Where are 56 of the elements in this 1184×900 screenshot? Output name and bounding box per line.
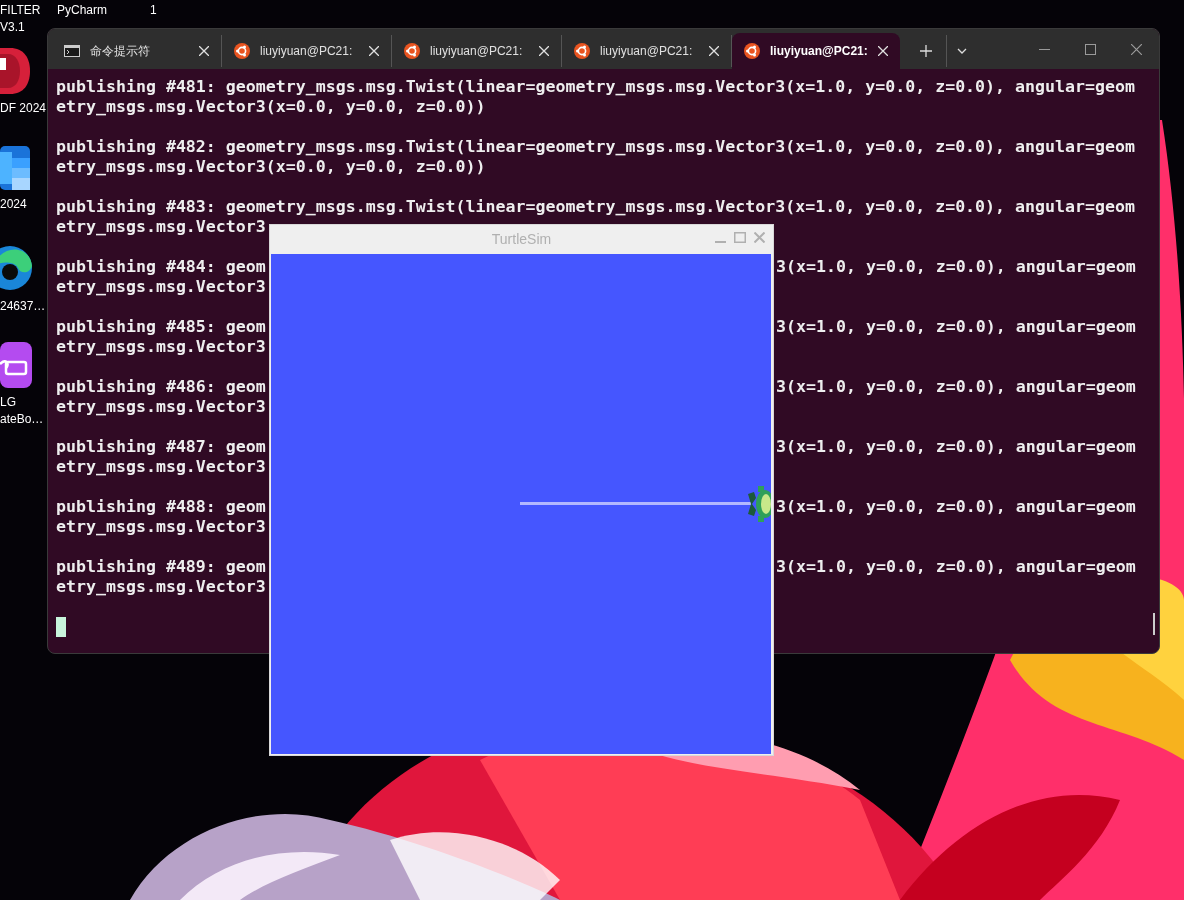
output-line: publishing #486: geom [56, 377, 266, 396]
icon-label: ateBo… [0, 411, 44, 428]
icon-label: PyCharm [57, 2, 107, 19]
plus-icon [920, 45, 932, 57]
output-line: publishing #483: geometry_msgs.msg.Twist(linear=geometry_msgs.msg.Vector3(x=1.0, y=0.0, z=0.0), angular=geom [56, 197, 1135, 216]
output-line: publishing #488: geom [56, 497, 266, 516]
output-line: etry_msgs.msg.Vector3(x=0.0, y=0.0, z=0.0)) [56, 97, 486, 116]
output-line: publishing #481: geometry_msgs.msg.Twist(linear=geometry_msgs.msg.Vector3(x=1.0, y=0.0, z=0.0), angular=geom [56, 77, 1135, 96]
output-line: 3(x=1.0, y=0.0, z=0.0), angular=geom [776, 317, 1136, 337]
chevron-down-icon [956, 48, 967, 54]
tab[interactable]: liuyiyuan@PC21: [222, 35, 392, 67]
app-icon [0, 146, 30, 190]
output-line: 3(x=1.0, y=0.0, z=0.0), angular=geom [776, 497, 1136, 517]
output-line: 3(x=1.0, y=0.0, z=0.0), angular=geom [776, 257, 1136, 277]
icon-label: 2024 [0, 196, 27, 213]
output-line: etry_msgs.msg.Vector3 [56, 577, 266, 596]
output-line: etry_msgs.msg.Vector3 [56, 277, 266, 296]
window-title: TurtleSim [491, 230, 552, 249]
turtle-drawing [748, 486, 771, 522]
text-cursor [56, 617, 66, 637]
ubuntu-icon [234, 43, 250, 59]
scrollbar [1153, 613, 1155, 635]
output-line: 3(x=1.0, y=0.0, z=0.0), angular=geom [776, 437, 1136, 457]
output-line: publishing #484: geom [56, 257, 266, 276]
minimize-icon [1038, 48, 1050, 50]
app-icon [0, 342, 32, 388]
tab[interactable]: 命令提示符 [52, 35, 222, 67]
ubuntu-icon [744, 43, 760, 59]
output-line: etry_msgs.msg.Vector3 [56, 337, 266, 356]
output-line: 3(x=1.0, y=0.0, z=0.0), angular=geom [776, 377, 1136, 397]
tab[interactable]: liuyiyuan@PC21: [392, 35, 562, 67]
output-line: etry_msgs.msg.Vector3(x=0.0, y=0.0, z=0.0)) [56, 157, 486, 176]
tab[interactable]: liuyiyuan@PC21: [562, 35, 732, 67]
output-line: etry_msgs.msg.Vector3 [56, 457, 266, 476]
output-line: 3(x=1.0, y=0.0, z=0.0), angular=geom [776, 557, 1136, 577]
output-line: publishing #485: geom [56, 317, 266, 336]
output-line: etry_msgs.msg.Vector3 [56, 217, 266, 236]
maximize-icon [1084, 43, 1096, 55]
terminal-icon [64, 45, 80, 57]
close-icon [1130, 43, 1142, 55]
icon-label: 24637… [0, 298, 46, 315]
icon-label: V3.1 [0, 19, 25, 36]
icon-label: FILTER [0, 2, 41, 19]
ubuntu-icon [574, 43, 590, 59]
app-icon [0, 244, 32, 292]
ubuntu-icon [404, 43, 420, 59]
icon-label: 1 [150, 2, 157, 19]
output-line: etry_msgs.msg.Vector3 [56, 517, 266, 536]
output-line: etry_msgs.msg.Vector3 [56, 397, 266, 416]
tab[interactable]: liuyiyuan@PC21: [732, 33, 900, 69]
output-line: publishing #489: geom [56, 557, 266, 576]
icon-label: LG [0, 394, 16, 411]
output-line: publishing #482: geometry_msgs.msg.Twist(linear=geometry_msgs.msg.Vector3(x=1.0, y=0.0, z=0.0), angular=geom [56, 137, 1135, 156]
app-icon [0, 48, 30, 94]
icon-label: DF 2024 [0, 100, 47, 117]
output-line: publishing #487: geom [56, 437, 266, 456]
